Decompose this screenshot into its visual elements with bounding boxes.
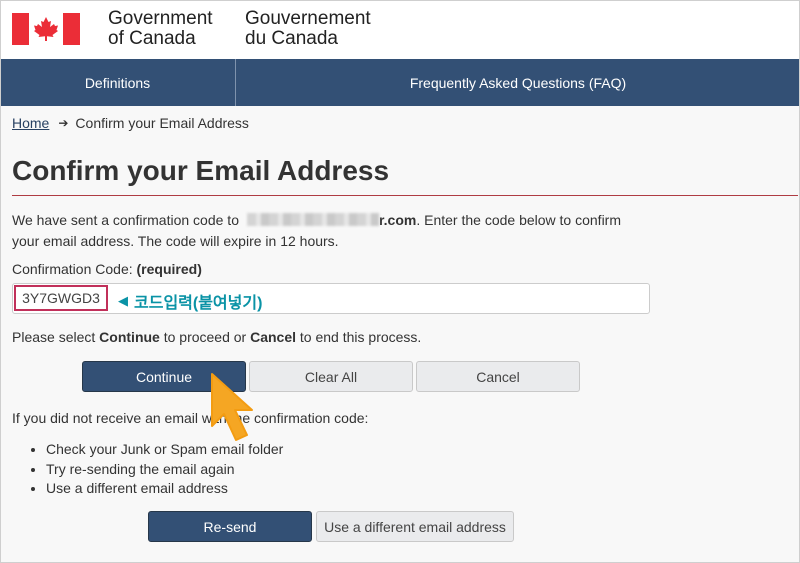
signature-en-line2: of Canada: [108, 28, 196, 49]
select-suffix: to end this process.: [296, 329, 422, 345]
breadcrumb-current: Confirm your Email Address: [75, 115, 249, 131]
resend-button[interactable]: Re-send: [148, 511, 312, 542]
title-underline: [12, 195, 798, 196]
no-email-notice: If you did not receive an email with the…: [12, 410, 369, 426]
pointer-cursor-icon: [211, 373, 253, 441]
site-header: Government of Canada Gouvernement du Can…: [0, 0, 800, 59]
code-label-text: Confirmation Code:: [12, 261, 133, 277]
canada-flag-icon: [12, 13, 80, 45]
signature-english: Government of Canada: [108, 9, 213, 49]
left-triangle-icon: ◀: [118, 293, 128, 308]
tips-list: Check your Junk or Spam email folder Try…: [46, 440, 283, 499]
breadcrumb: Home ➔ Confirm your Email Address: [12, 115, 249, 131]
code-label: Confirmation Code: (required): [12, 261, 202, 277]
list-item: Use a different email address: [46, 479, 283, 499]
code-value-highlight: 3Y7GWGD3: [14, 285, 108, 311]
paste-annotation: ◀ 코드입력(붙여넣기): [118, 289, 262, 313]
intro-text: We have sent a confirmation code to r.com…: [12, 210, 652, 252]
list-item: Try re-sending the email again: [46, 460, 283, 480]
select-middle: to proceed or: [159, 329, 251, 345]
email-suffix: r.com: [378, 212, 417, 228]
signature-fr-line1: Gouvernement: [245, 8, 371, 29]
cancel-button[interactable]: Cancel: [416, 361, 580, 392]
breadcrumb-arrow-icon: ➔: [58, 116, 69, 130]
signature-french: Gouvernement du Canada: [245, 9, 371, 49]
breadcrumb-home-link[interactable]: Home: [12, 115, 49, 131]
main-nav: Definitions Frequently Asked Questions (…: [0, 59, 800, 106]
page-title: Confirm your Email Address: [12, 155, 390, 186]
select-instructions: Please select Continue to proceed or Can…: [12, 329, 421, 345]
required-marker: (required): [136, 261, 202, 277]
signature-fr-line2: du Canada: [245, 28, 338, 49]
nav-item-definitions[interactable]: Definitions: [0, 59, 236, 106]
nav-item-faq[interactable]: Frequently Asked Questions (FAQ): [236, 59, 800, 106]
intro-part1: We have sent a confirmation code to: [12, 212, 239, 228]
signature-en-line1: Government: [108, 8, 213, 29]
redacted-email: [246, 213, 379, 226]
annotation-text: 코드입력(붙여넣기): [134, 295, 263, 312]
select-cancel-word: Cancel: [250, 329, 297, 345]
select-prefix: Please select: [12, 329, 100, 345]
use-different-email-button[interactable]: Use a different email address: [316, 511, 514, 542]
select-continue-word: Continue: [99, 329, 160, 345]
clear-all-button[interactable]: Clear All: [249, 361, 413, 392]
